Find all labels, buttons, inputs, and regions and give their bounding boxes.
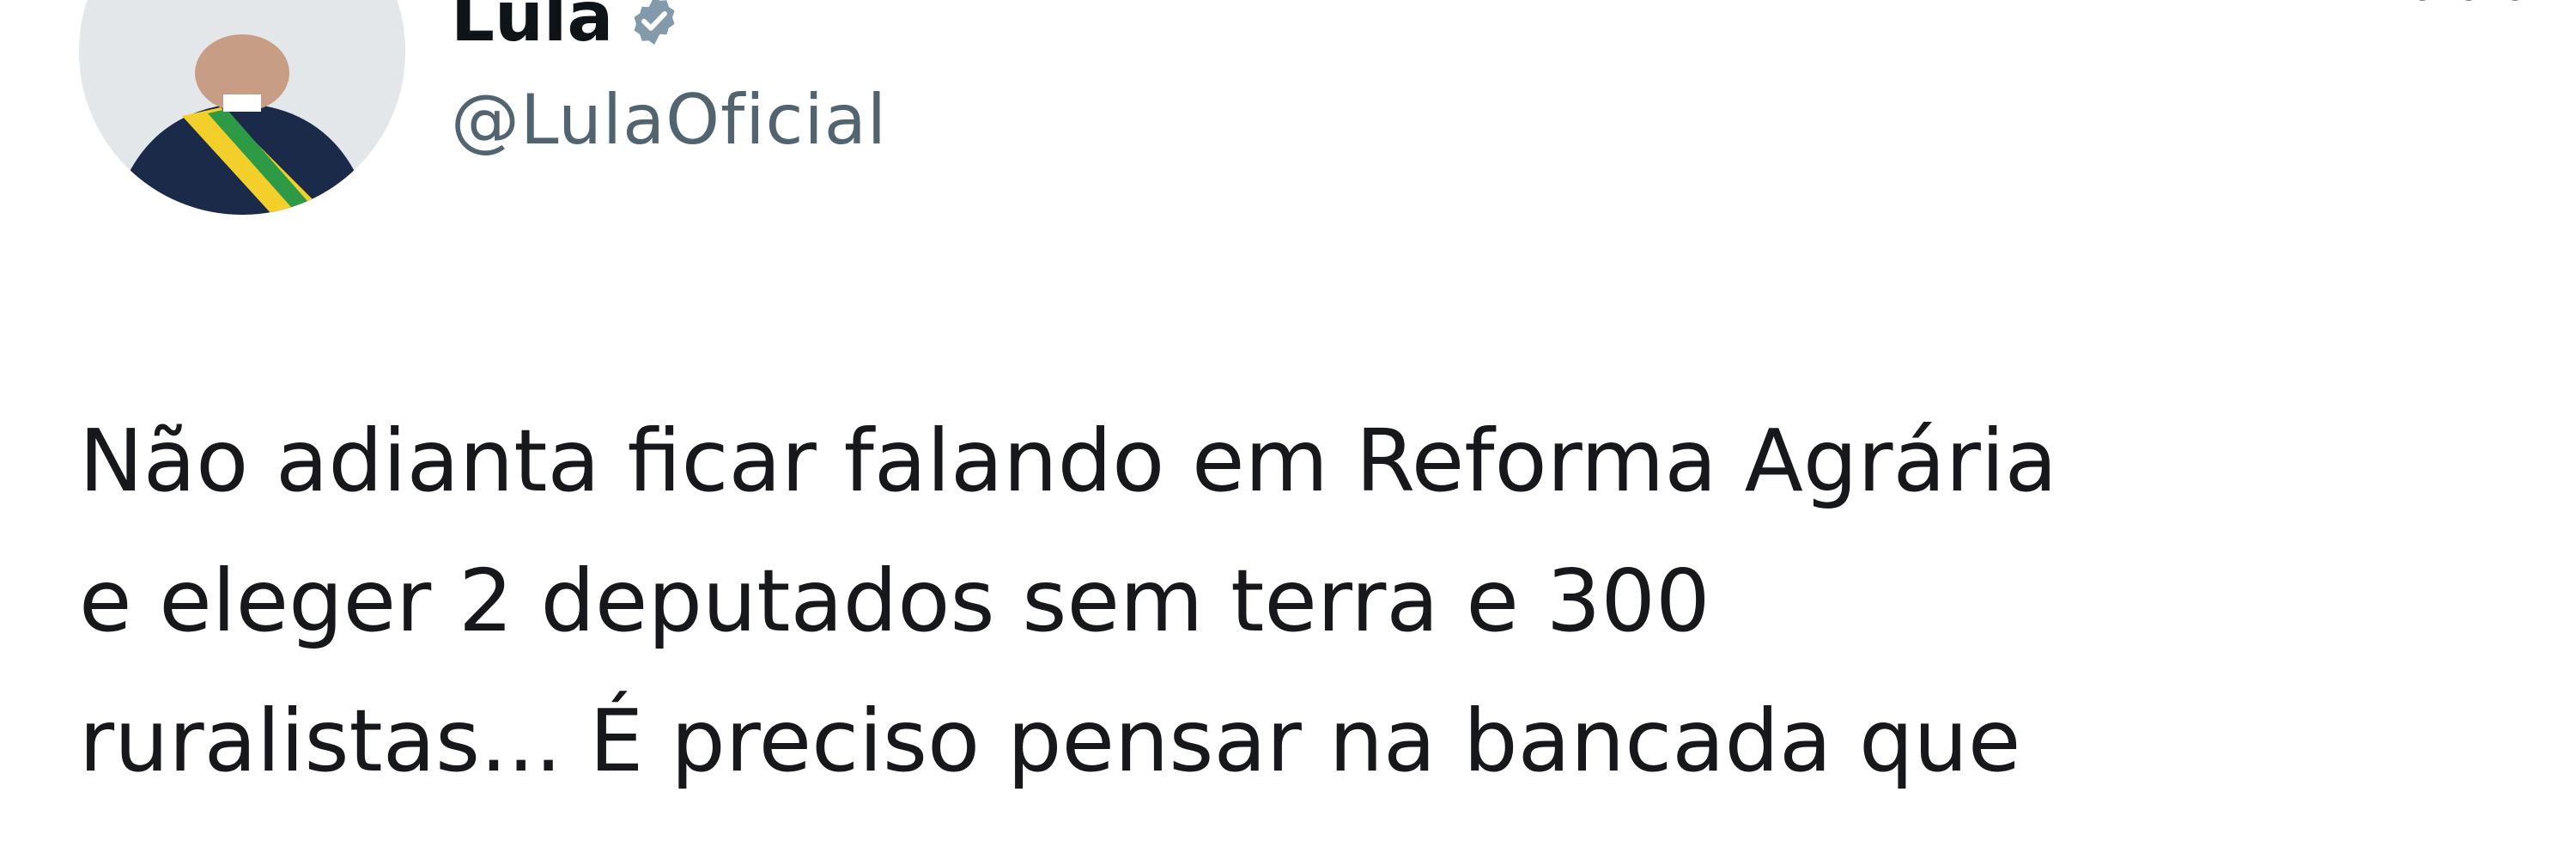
verified-badge-icon: [634, 0, 675, 45]
avatar-photo-icon: [79, 0, 405, 215]
tweet-text-line: ruralistas... É preciso pensar na bancad…: [79, 691, 2021, 791]
more-dot: [2459, 0, 2478, 1]
tweet-text: Não adianta ficar falando em Reforma Agr…: [79, 391, 2535, 811]
tweet-text-line: e eleger 2 deputados sem terra e 300: [79, 551, 1710, 651]
tweet-card: Lula @LulaOficial Não adianta ficar fala…: [0, 0, 2576, 859]
more-options-icon[interactable]: [2413, 0, 2524, 17]
tweet-text-line: Não adianta ficar falando em Reforma Agr…: [79, 411, 2057, 511]
more-dot: [2413, 0, 2432, 1]
author-handle[interactable]: @LulaOficial: [451, 79, 887, 161]
more-dot: [2506, 0, 2524, 1]
author-avatar[interactable]: [79, 0, 405, 215]
author-display-name[interactable]: Lula: [451, 0, 613, 52]
author-name-row[interactable]: Lula: [451, 0, 682, 52]
